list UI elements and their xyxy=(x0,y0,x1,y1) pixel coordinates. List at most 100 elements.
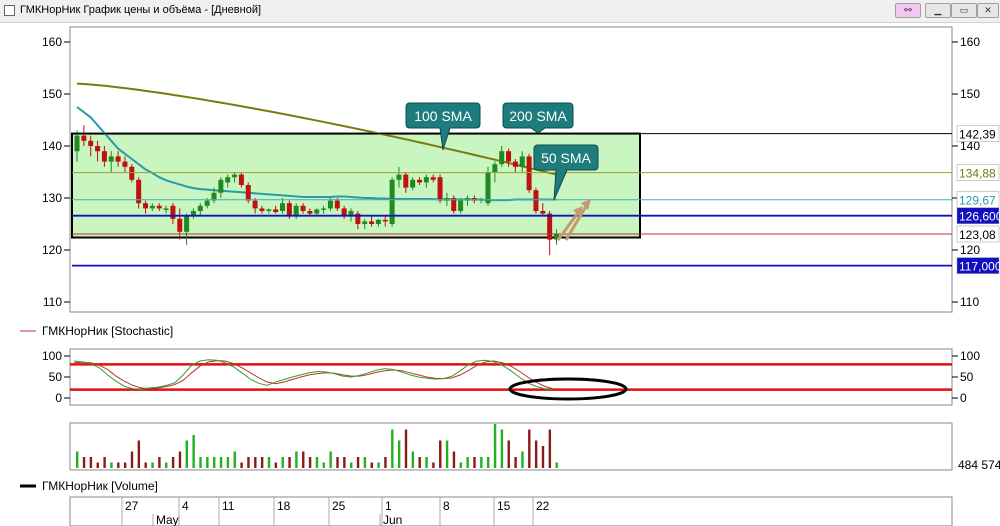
volume-bar xyxy=(219,457,223,468)
candle-body xyxy=(225,177,231,183)
volume-bar xyxy=(336,457,339,468)
volume-bar xyxy=(466,457,469,468)
candle-body xyxy=(74,135,80,152)
candle-body xyxy=(115,156,121,162)
candle-body xyxy=(327,200,333,209)
volume-bar xyxy=(103,457,106,468)
y-tick-label-left: 150 xyxy=(42,87,62,101)
pin-button[interactable]: ⚯ xyxy=(895,3,921,18)
close-button[interactable]: ✕ xyxy=(977,3,999,18)
stoch-tick-label-left: 100 xyxy=(42,349,62,363)
restore-button[interactable]: ▭ xyxy=(951,3,977,18)
volume-bar xyxy=(418,457,421,468)
y-tick-label-left: 160 xyxy=(42,35,62,49)
volume-bar xyxy=(452,451,456,468)
volume-bar xyxy=(130,451,134,468)
date-label: 18 xyxy=(277,499,291,513)
candle-body xyxy=(314,209,320,214)
candle-body xyxy=(540,211,546,214)
volume-legend: ГМКНорНик [Volume] xyxy=(42,479,158,493)
volume-bar xyxy=(343,457,346,468)
candle xyxy=(533,187,539,214)
volume-bar xyxy=(267,457,271,468)
candle-body xyxy=(389,179,395,224)
y-tick-label-left: 130 xyxy=(42,191,62,205)
window-title: ГМКНорНик График цены и объёма - [Дневно… xyxy=(20,4,262,16)
volume-bar xyxy=(76,451,79,468)
stochastic-panel xyxy=(69,348,953,406)
volume-bar xyxy=(199,457,202,468)
volume-bar xyxy=(480,457,483,468)
stoch-tick-label-right: 50 xyxy=(960,370,974,384)
volume-bar xyxy=(110,462,113,468)
volume-bar xyxy=(240,462,243,468)
candle-body xyxy=(95,146,101,152)
candle-body xyxy=(238,174,244,185)
volume-bar xyxy=(363,457,367,468)
volume-bar xyxy=(507,440,510,468)
title-bar: ГМКНорНик График цены и объёма - [Дневно… xyxy=(0,0,1000,23)
volume-bar xyxy=(329,451,332,468)
volume-bar xyxy=(158,457,161,468)
candle-body xyxy=(170,205,176,219)
stoch-tick-label-left: 50 xyxy=(49,370,63,384)
volume-bar xyxy=(541,446,545,468)
volume-bar xyxy=(411,451,415,468)
price-label-0: 142,39 xyxy=(959,128,996,142)
volume-bar xyxy=(350,462,353,468)
volume-bar xyxy=(233,451,236,468)
volume-bar xyxy=(445,440,449,468)
callout-50-sma-label: 50 SMA xyxy=(541,150,591,166)
candle-body xyxy=(307,211,313,214)
candle-body xyxy=(88,140,94,146)
date-label: 4 xyxy=(182,499,189,513)
candle-body xyxy=(245,185,251,201)
candle-body xyxy=(375,219,381,224)
date-label: 15 xyxy=(497,499,511,513)
candle-body xyxy=(396,174,402,180)
candle-body xyxy=(547,213,553,240)
app-icon xyxy=(4,5,15,16)
candle-body xyxy=(163,208,169,210)
volume-bar xyxy=(384,457,387,468)
volume-bar xyxy=(425,457,428,468)
price-label-2: 129,67 xyxy=(959,194,996,208)
candle-body xyxy=(437,177,443,201)
candle-body xyxy=(321,208,327,210)
stoch-tick-label-left: 0 xyxy=(55,391,62,405)
candle-body xyxy=(204,200,210,206)
candle-body xyxy=(430,177,436,180)
candle-body xyxy=(382,219,388,222)
chart-canvas[interactable]: 160160150150140140130130120120110110 142… xyxy=(0,22,1000,526)
volume-bar xyxy=(459,462,462,468)
y-tick-label-left: 110 xyxy=(43,295,62,309)
candle-body xyxy=(252,200,258,209)
candle-body xyxy=(259,208,265,211)
volume-bar xyxy=(404,429,408,468)
volume-bar xyxy=(295,451,298,468)
y-tick-label-right: 110 xyxy=(960,295,979,309)
volume-bar xyxy=(377,462,380,468)
volume-bar xyxy=(315,457,319,468)
date-label: 11 xyxy=(222,499,235,513)
volume-bar xyxy=(82,457,86,468)
volume-bar xyxy=(185,440,188,468)
volume-bar xyxy=(137,440,141,468)
minimize-button[interactable]: ▁ xyxy=(925,3,951,18)
candle-body xyxy=(403,174,409,188)
volume-bar xyxy=(534,440,538,468)
volume-bar xyxy=(281,457,284,468)
volume-bar xyxy=(356,457,360,468)
y-tick-label-right: 120 xyxy=(960,243,980,257)
volume-panel xyxy=(69,422,953,471)
volume-bar xyxy=(151,462,154,468)
volume-bar xyxy=(370,462,373,468)
volume-bar xyxy=(165,462,168,468)
volume-bar xyxy=(514,457,517,468)
candle xyxy=(129,164,135,183)
volume-bar xyxy=(123,462,127,468)
candle xyxy=(389,177,395,227)
volume-bar xyxy=(192,435,195,468)
volume-bar xyxy=(260,457,264,468)
date-axis xyxy=(69,496,953,526)
